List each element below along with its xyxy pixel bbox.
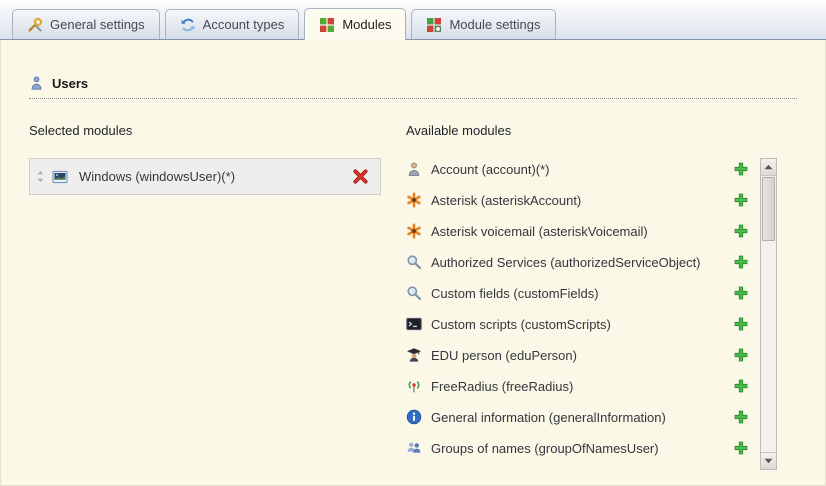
module-row: Authorized Services (authorizedServiceOb… [406,251,760,273]
tab-label: General settings [50,17,145,32]
tab-label: Module settings [449,17,540,32]
module-label: FreeRadius (freeRadius) [431,379,573,394]
section-title: Users [52,76,88,91]
remove-module-button[interactable] [352,168,369,185]
add-module-button[interactable] [733,347,749,363]
section-header: Users [29,74,807,92]
section-divider [29,98,797,99]
add-module-button[interactable] [733,161,749,177]
tab-bar: General settings Account types Modules [0,0,826,40]
module-label: Custom scripts (customScripts) [431,317,611,332]
module-row: Asterisk (asteriskAccount) [406,189,760,211]
add-module-button[interactable] [733,378,749,394]
module-label: EDU person (eduPerson) [431,348,577,363]
magnifier-icon [406,285,422,301]
windows-module-icon [52,169,68,185]
scroll-up-button[interactable] [761,159,776,176]
scrollbar-thumb[interactable] [762,177,775,241]
module-label: Custom fields (customFields) [431,286,599,301]
selected-module-label: Windows (windowsUser)(*) [79,169,235,184]
user-figure-icon [29,75,44,91]
add-module-button[interactable] [733,316,749,332]
add-module-button[interactable] [733,223,749,239]
available-modules-scrollbar[interactable] [760,158,777,470]
module-label: Asterisk voicemail (asteriskVoicemail) [431,224,648,239]
add-module-button[interactable] [733,285,749,301]
terminal-icon [406,316,422,332]
tab-label: Modules [342,17,391,32]
module-row: Account (account)(*) [406,158,760,180]
tab-label: Account types [203,17,285,32]
selected-modules-column: Selected modules Windows ( [29,123,406,470]
selected-module-row[interactable]: Windows (windowsUser)(*) [29,158,381,195]
tools-icon [27,17,43,33]
tab-general-settings[interactable]: General settings [12,9,160,39]
graduate-icon [406,347,422,363]
module-label: Account (account)(*) [431,162,550,177]
group-icon [406,440,422,456]
asterisk-icon [406,192,422,208]
account-person-icon [406,161,422,177]
info-icon [406,409,422,425]
selected-modules-heading: Selected modules [29,123,406,138]
asterisk-voicemail-icon [406,223,422,239]
scroll-down-button[interactable] [761,452,776,469]
module-label: Asterisk (asteriskAccount) [431,193,581,208]
available-modules-heading: Available modules [406,123,777,138]
module-settings-grid-icon [426,17,442,33]
module-label: Groups of names (groupOfNamesUser) [431,441,659,456]
antenna-icon [406,378,422,394]
add-module-button[interactable] [733,192,749,208]
module-label: Authorized Services (authorizedServiceOb… [431,255,701,270]
drag-handle-icon[interactable] [36,168,45,185]
module-row: Groups of names (groupOfNamesUser) [406,437,760,459]
module-row: General information (generalInformation) [406,406,760,428]
module-row: FreeRadius (freeRadius) [406,375,760,397]
module-label: General information (generalInformation) [431,410,666,425]
available-modules-column: Available modules Account (account)(*) [406,123,777,470]
module-row: Custom scripts (customScripts) [406,313,760,335]
tab-modules[interactable]: Modules [304,8,406,40]
add-module-button[interactable] [733,409,749,425]
add-module-button[interactable] [733,254,749,270]
module-row: Custom fields (customFields) [406,282,760,304]
tab-module-settings[interactable]: Module settings [411,9,555,39]
add-module-button[interactable] [733,440,749,456]
magnifier-icon [406,254,422,270]
tab-account-types[interactable]: Account types [165,9,300,39]
modules-panel: Users Selected modules [0,40,826,486]
modules-grid-icon [319,17,335,33]
module-row: Asterisk voicemail (asteriskVoicemail) [406,220,760,242]
available-modules-list: Account (account)(*) [406,158,760,468]
module-row: EDU person (eduPerson) [406,344,760,366]
account-types-icon [180,17,196,33]
